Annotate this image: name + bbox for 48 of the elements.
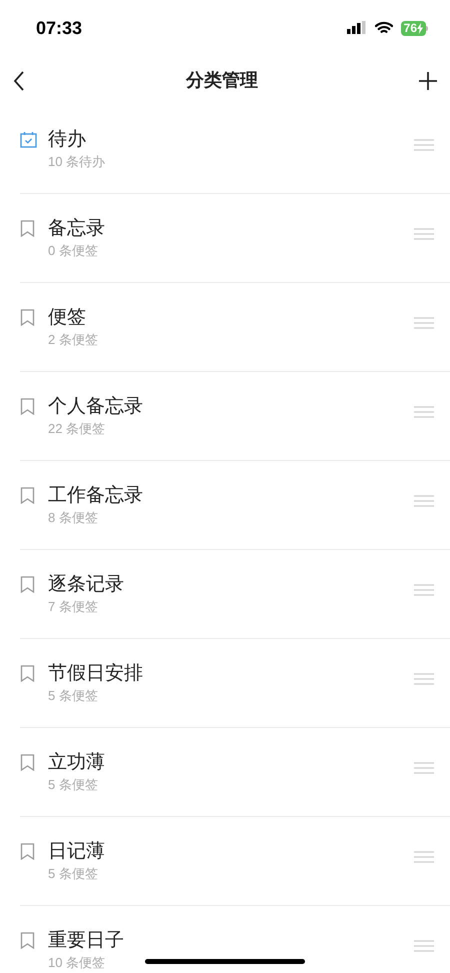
category-name: 日记薄	[48, 840, 105, 864]
category-name: 逐条记录	[48, 573, 124, 597]
category-count: 0 条便签	[48, 242, 98, 260]
bookmark-icon	[20, 309, 35, 326]
bookmark-icon	[20, 932, 35, 949]
drag-handle-icon[interactable]	[414, 762, 434, 774]
drag-handle-icon[interactable]	[414, 317, 434, 329]
drag-handle-icon[interactable]	[414, 495, 434, 507]
status-time: 07:33	[36, 16, 82, 40]
drag-handle-icon[interactable]	[414, 139, 434, 151]
add-icon[interactable]	[418, 70, 438, 90]
category-count: 5 条便签	[48, 776, 98, 794]
back-icon[interactable]	[12, 70, 26, 92]
drag-handle-icon[interactable]	[414, 584, 434, 596]
category-name: 工作备忘录	[48, 484, 143, 508]
bookmark-icon	[20, 843, 35, 860]
drag-handle-icon[interactable]	[414, 406, 434, 418]
category-count: 10 条便签	[48, 954, 106, 972]
battery-level: 76	[404, 22, 417, 34]
calendar-check-icon	[20, 131, 37, 148]
category-name: 重要日子	[48, 929, 124, 953]
signal-icon	[346, 21, 367, 35]
drag-handle-icon[interactable]	[414, 851, 434, 863]
category-count: 5 条便签	[48, 687, 98, 705]
category-name: 个人备忘录	[48, 394, 143, 419]
drag-handle-icon[interactable]	[414, 940, 434, 952]
bookmark-icon	[20, 576, 35, 593]
drag-handle-icon[interactable]	[414, 228, 434, 240]
bookmark-icon	[20, 220, 35, 237]
bookmark-icon	[20, 665, 35, 682]
drag-handle-icon[interactable]	[414, 673, 434, 685]
category-name: 节假日安排	[48, 662, 143, 686]
bookmark-icon	[20, 398, 35, 415]
page-title: 分类管理	[186, 69, 258, 92]
category-count: 10 条待办	[48, 153, 106, 171]
category-count: 2 条便签	[48, 331, 98, 349]
category-count: 5 条便签	[48, 865, 98, 883]
category-name: 立功薄	[48, 751, 105, 775]
category-name: 备忘录	[48, 216, 105, 241]
category-name: 待办	[48, 128, 86, 152]
category-count: 8 条便签	[48, 509, 98, 527]
wifi-icon	[374, 21, 393, 35]
category-name: 便签	[48, 306, 86, 330]
bookmark-icon	[20, 487, 35, 504]
category-count: 7 条便签	[48, 598, 98, 616]
bookmark-icon	[20, 754, 35, 771]
bolt-icon	[417, 22, 423, 34]
category-count: 22 条便签	[48, 420, 106, 438]
